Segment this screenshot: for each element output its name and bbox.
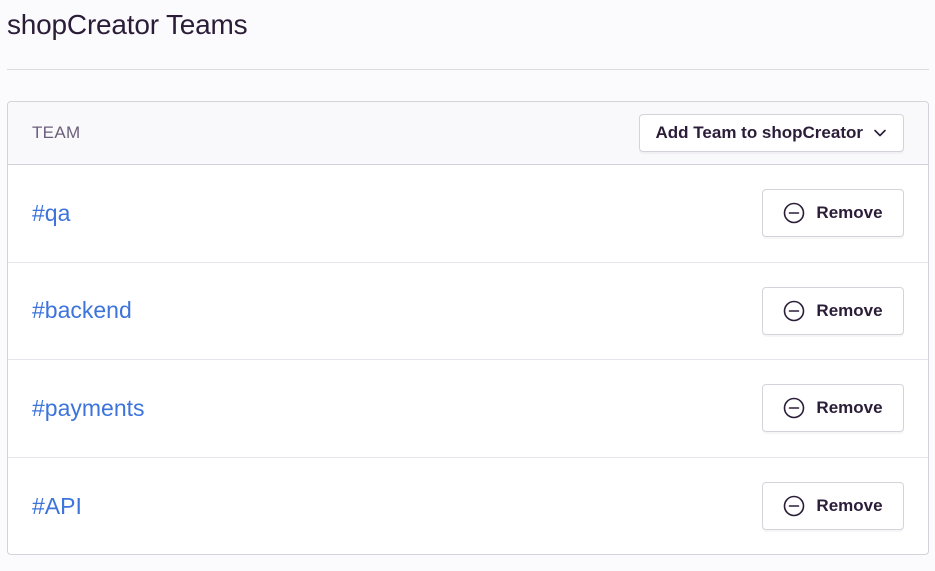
minus-circle-icon [784, 397, 805, 419]
remove-team-button[interactable]: Remove [762, 482, 904, 531]
add-team-dropdown-button[interactable]: Add Team to shopCreator [638, 114, 904, 152]
team-link-qa[interactable]: #qa [32, 200, 70, 227]
team-link-api[interactable]: #API [32, 493, 82, 520]
page-title: shopCreator Teams [7, 9, 248, 40]
team-row: #API Remove [8, 458, 928, 555]
chevron-down-icon [874, 129, 886, 137]
remove-team-button[interactable]: Remove [762, 189, 904, 238]
minus-circle-icon [784, 495, 805, 517]
title-divider [7, 69, 929, 70]
remove-button-label: Remove [816, 203, 883, 223]
add-team-button-label: Add Team to shopCreator [655, 123, 863, 142]
team-row: #qa Remove [8, 165, 928, 263]
minus-circle-icon [784, 300, 805, 322]
panel-header: TEAM Add Team to shopCreator [8, 102, 928, 165]
team-row: #backend Remove [8, 263, 928, 360]
remove-team-button[interactable]: Remove [762, 384, 904, 433]
remove-team-button[interactable]: Remove [762, 286, 904, 335]
remove-button-label: Remove [816, 300, 883, 320]
team-column-header: TEAM [32, 123, 81, 142]
teams-page: shopCreator Teams TEAM Add Team to shopC… [0, 0, 935, 571]
teams-panel: TEAM Add Team to shopCreator #qa Remove … [7, 101, 929, 555]
remove-button-label: Remove [816, 398, 883, 418]
team-row: #payments Remove [8, 360, 928, 458]
remove-button-label: Remove [816, 496, 883, 516]
team-link-backend[interactable]: #backend [32, 297, 132, 324]
team-link-payments[interactable]: #payments [32, 395, 145, 422]
minus-circle-icon [784, 202, 805, 224]
